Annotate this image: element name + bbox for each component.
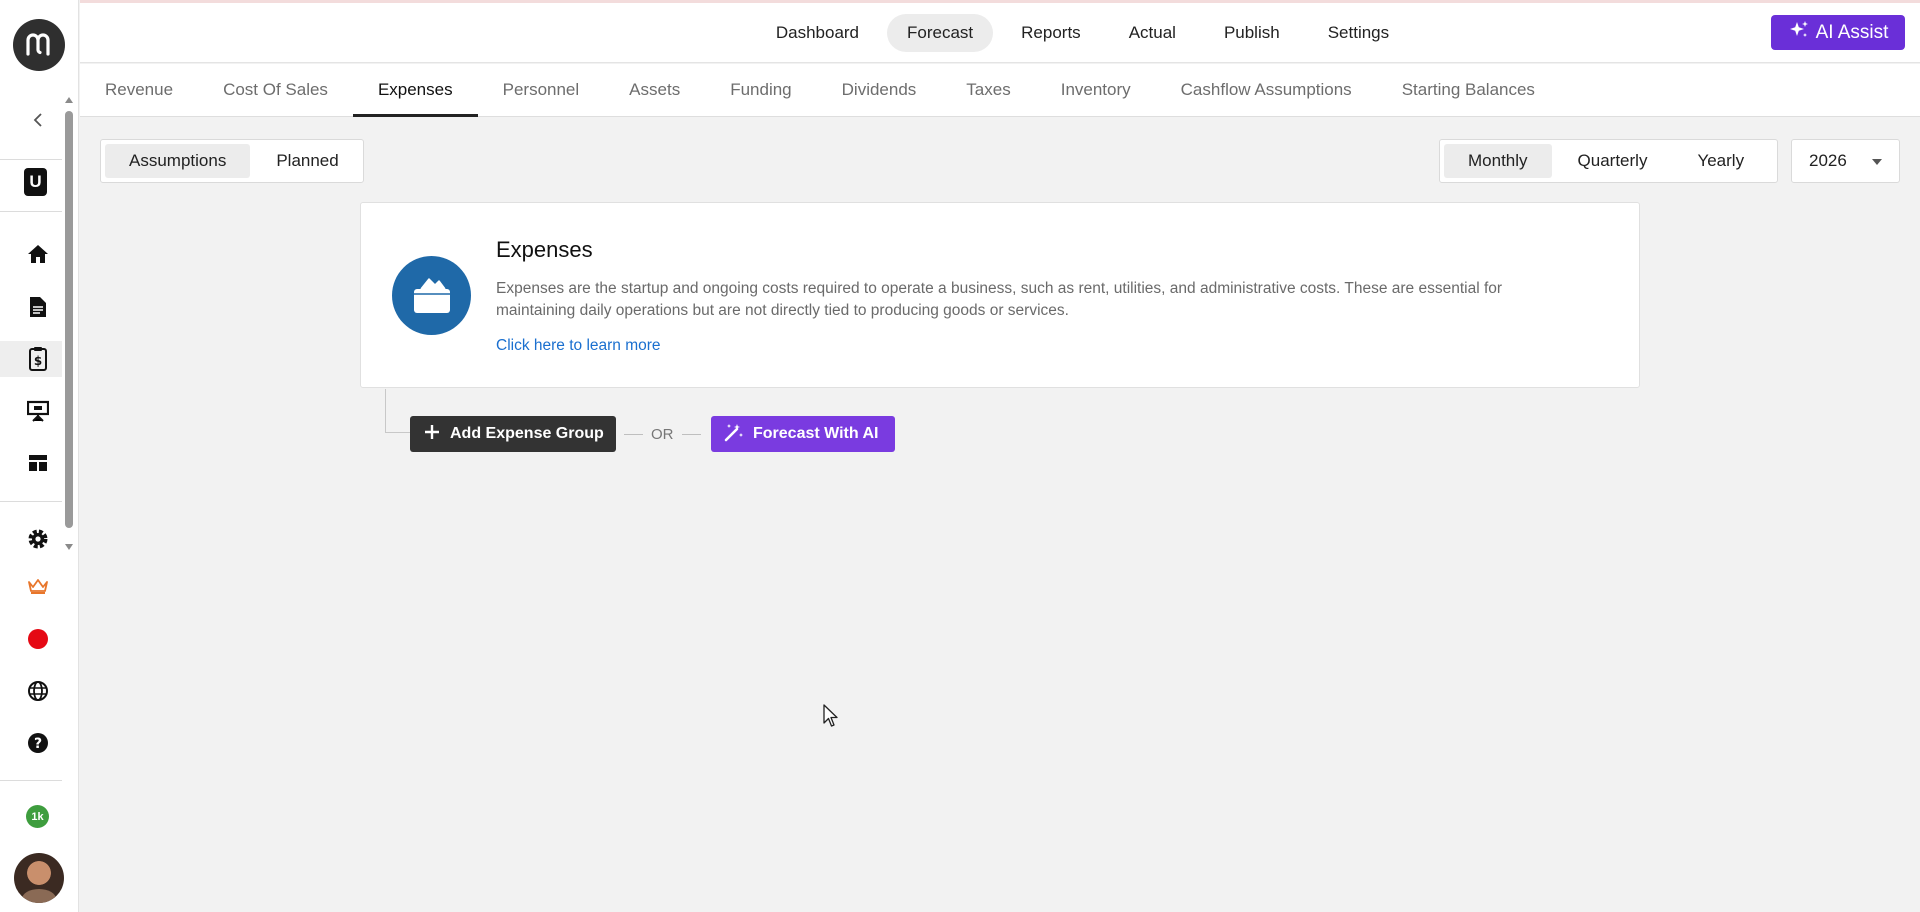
- user-avatar[interactable]: [14, 853, 64, 903]
- yearly-option[interactable]: Yearly: [1673, 144, 1768, 178]
- top-bar: Dashboard Forecast Reports Actual Publis…: [80, 0, 1920, 63]
- ai-assist-button[interactable]: AI Assist: [1771, 15, 1905, 50]
- assumptions-option[interactable]: Assumptions: [105, 144, 251, 178]
- tab-expenses[interactable]: Expenses: [352, 64, 478, 117]
- globe-icon[interactable]: [24, 677, 52, 705]
- or-line: [624, 433, 643, 435]
- add-expense-group-label: Add Expense Group: [450, 425, 604, 442]
- gear-icon[interactable]: [24, 525, 52, 553]
- or-label: OR: [651, 425, 674, 443]
- card-title: Expenses: [496, 237, 593, 262]
- sub-tabs: Revenue Cost Of Sales Expenses Personnel…: [80, 64, 1920, 117]
- magic-wand-icon: [723, 422, 745, 447]
- sidebar: U $ ? 1k: [0, 0, 79, 912]
- learn-more-link[interactable]: Click here to learn more: [496, 337, 661, 355]
- avatar-shirt: [22, 889, 56, 903]
- tab-starting-balances[interactable]: Starting Balances: [1377, 64, 1560, 116]
- scrollbar-thumb[interactable]: [65, 111, 73, 528]
- workspace-letter: U: [29, 172, 42, 191]
- sparkle-icon: [1788, 19, 1810, 47]
- year-select[interactable]: 2026: [1791, 139, 1900, 183]
- tab-cashflow-assumptions[interactable]: Cashflow Assumptions: [1156, 64, 1377, 116]
- presentation-icon[interactable]: [24, 397, 52, 425]
- tab-funding[interactable]: Funding: [705, 64, 816, 116]
- svg-text:$: $: [34, 354, 42, 368]
- home-icon[interactable]: [24, 240, 52, 268]
- tab-dividends[interactable]: Dividends: [817, 64, 942, 116]
- monthly-option[interactable]: Monthly: [1444, 144, 1552, 178]
- plus-icon: [424, 424, 440, 445]
- credits-count: 1k: [31, 810, 44, 823]
- collapse-sidebar-icon[interactable]: [26, 108, 50, 132]
- dashboard-icon[interactable]: [24, 449, 52, 477]
- tab-inventory[interactable]: Inventory: [1036, 64, 1156, 116]
- year-value: 2026: [1809, 151, 1847, 170]
- add-expense-group-button[interactable]: Add Expense Group: [410, 416, 616, 452]
- expenses-info-card: Expenses Expenses are the startup and on…: [360, 202, 1640, 388]
- sidebar-divider: [0, 211, 62, 212]
- card-description: Expenses are the startup and ongoing cos…: [496, 280, 1503, 319]
- period-toggle: Monthly Quarterly Yearly: [1439, 139, 1778, 183]
- sidebar-divider: [0, 780, 62, 781]
- document-icon[interactable]: [24, 293, 52, 321]
- crown-icon[interactable]: [24, 572, 52, 600]
- sidebar-divider: [0, 159, 62, 160]
- nav-dashboard[interactable]: Dashboard: [756, 14, 879, 52]
- tree-connector: [385, 389, 386, 433]
- nav-publish[interactable]: Publish: [1204, 14, 1300, 52]
- credits-badge[interactable]: 1k: [26, 805, 49, 828]
- workspace-icon[interactable]: U: [24, 168, 47, 196]
- tab-assets[interactable]: Assets: [604, 64, 705, 116]
- tab-personnel[interactable]: Personnel: [478, 64, 605, 116]
- app-logo[interactable]: [13, 19, 65, 71]
- chevron-down-icon: [1872, 159, 1882, 165]
- or-separator: OR: [624, 423, 701, 445]
- sidebar-divider: [0, 501, 62, 502]
- nav-forecast[interactable]: Forecast: [887, 14, 994, 52]
- view-toggle: Assumptions Planned: [100, 139, 364, 183]
- quarterly-option[interactable]: Quarterly: [1554, 144, 1672, 178]
- tab-revenue[interactable]: Revenue: [80, 64, 198, 116]
- or-line: [681, 433, 701, 435]
- record-icon[interactable]: [24, 625, 52, 653]
- tab-cost-of-sales[interactable]: Cost Of Sales: [198, 64, 353, 116]
- planned-option[interactable]: Planned: [252, 144, 362, 178]
- nav-settings[interactable]: Settings: [1308, 14, 1409, 52]
- forecast-with-ai-label: Forecast With AI: [753, 425, 879, 442]
- tab-taxes[interactable]: Taxes: [941, 64, 1035, 116]
- clipboard-dollar-icon[interactable]: $: [24, 345, 52, 373]
- top-nav: Dashboard Forecast Reports Actual Publis…: [80, 3, 1920, 63]
- wallet-icon: [392, 256, 471, 335]
- nav-reports[interactable]: Reports: [1001, 14, 1101, 52]
- forecast-with-ai-button[interactable]: Forecast With AI: [711, 416, 895, 452]
- mouse-cursor-icon: [823, 704, 839, 733]
- tree-connector: [385, 432, 410, 433]
- ai-assist-label: AI Assist: [1815, 21, 1889, 43]
- svg-text:?: ?: [34, 736, 42, 752]
- nav-actual[interactable]: Actual: [1109, 14, 1196, 52]
- help-icon[interactable]: ?: [24, 729, 52, 757]
- sidebar-scrollbar[interactable]: [63, 93, 75, 555]
